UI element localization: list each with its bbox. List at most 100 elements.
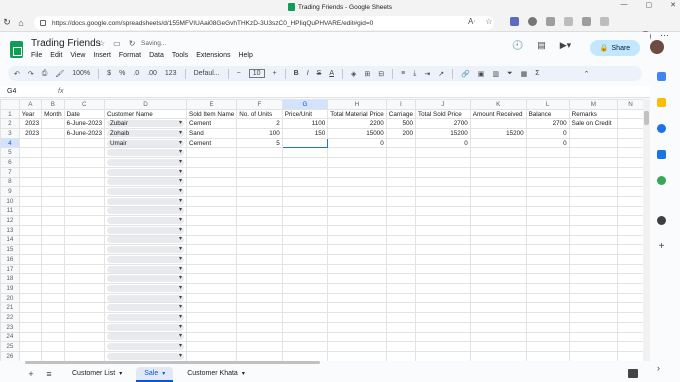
cell-G7[interactable] (281, 166, 329, 178)
cell-J11[interactable] (414, 205, 471, 217)
cell-J10[interactable] (414, 195, 471, 207)
cell-N5[interactable] (617, 147, 644, 159)
customer-dropdown[interactable]: Umair (106, 139, 185, 147)
cell-F24[interactable] (236, 331, 283, 343)
cell-E15[interactable] (186, 244, 238, 255)
cell-C9[interactable] (63, 186, 105, 197)
cell-I23[interactable] (385, 321, 416, 333)
row-header[interactable]: 15 (0, 244, 20, 255)
cell-F8[interactable] (236, 176, 283, 188)
cell-G6[interactable] (281, 157, 329, 168)
cell-N20[interactable] (617, 292, 644, 304)
menu-view[interactable]: View (70, 52, 85, 59)
cell-G9[interactable] (281, 186, 329, 197)
cell-H7[interactable] (327, 166, 387, 178)
cell-B5[interactable] (41, 147, 65, 159)
increase-font-size-button[interactable]: + (273, 70, 277, 77)
cell-N10[interactable] (617, 195, 644, 207)
cell-G22[interactable] (281, 312, 329, 323)
row-header[interactable]: 22 (0, 312, 20, 323)
customer-dropdown[interactable] (106, 284, 185, 292)
cell-N3[interactable] (617, 128, 644, 139)
cell-M25[interactable] (568, 341, 619, 352)
cell-K4[interactable] (469, 137, 527, 149)
cell-C17[interactable] (63, 263, 105, 275)
cell-L12[interactable] (525, 215, 570, 226)
cell-K19[interactable] (469, 283, 527, 294)
cell-F14[interactable] (236, 234, 283, 246)
cell-L15[interactable] (525, 244, 570, 255)
row-header[interactable]: 26 (0, 350, 20, 361)
cell-D4[interactable]: Umair (103, 137, 188, 149)
row-header[interactable]: 6 (0, 157, 20, 168)
cell-I1[interactable]: Carriage (385, 108, 416, 120)
cell-D19[interactable] (103, 283, 188, 294)
cell-C4[interactable] (63, 137, 105, 149)
cell-E26[interactable] (186, 350, 238, 361)
refresh-icon[interactable]: ↻ (0, 17, 14, 28)
cell-J7[interactable] (414, 166, 471, 178)
column-header[interactable]: G (281, 99, 329, 110)
cell-M24[interactable] (568, 331, 619, 343)
cell-F4[interactable]: 5 (236, 137, 283, 149)
customer-dropdown[interactable] (106, 168, 185, 176)
cell-F19[interactable] (236, 283, 283, 294)
cell-B26[interactable] (41, 350, 65, 361)
cell-F11[interactable] (236, 205, 283, 217)
browser-menu-icon[interactable]: ⋯ (660, 30, 669, 41)
comments-icon[interactable]: ▤ (537, 40, 546, 51)
cell-M19[interactable] (568, 283, 619, 294)
cell-F10[interactable] (236, 195, 283, 207)
cell-N16[interactable] (617, 254, 644, 265)
functions-icon[interactable]: Σ (535, 70, 539, 77)
customer-dropdown[interactable] (106, 343, 185, 351)
cell-N15[interactable] (617, 244, 644, 255)
contacts-icon[interactable] (657, 150, 666, 159)
sheet-tab[interactable]: Sale ▾ (136, 366, 174, 382)
cell-K6[interactable] (469, 157, 527, 168)
sheets-logo-icon[interactable] (10, 41, 23, 58)
customer-dropdown[interactable] (106, 197, 185, 205)
cell-A10[interactable] (18, 195, 43, 207)
cell-F2[interactable]: 2 (236, 118, 283, 130)
cell-B15[interactable] (41, 244, 65, 255)
cell-K17[interactable] (469, 263, 527, 275)
cell-L9[interactable] (525, 186, 570, 197)
cell-M4[interactable] (568, 137, 619, 149)
customer-dropdown[interactable] (106, 333, 185, 341)
cell-M26[interactable] (568, 350, 619, 361)
name-box[interactable]: G4 (0, 88, 48, 95)
cell-A26[interactable] (18, 350, 43, 361)
cell-C11[interactable] (63, 205, 105, 217)
cell-K23[interactable] (469, 321, 527, 333)
cell-A1[interactable]: Year (18, 108, 43, 120)
cell-I25[interactable] (385, 341, 416, 352)
row-header[interactable]: 17 (0, 263, 20, 275)
cell-I12[interactable] (385, 215, 416, 226)
cell-E19[interactable] (186, 283, 238, 294)
cell-A18[interactable] (18, 273, 43, 285)
column-header[interactable]: C (63, 99, 105, 110)
cell-G15[interactable] (281, 244, 329, 255)
cell-L11[interactable] (525, 205, 570, 217)
increase-decimal-button[interactable]: .00 (147, 70, 157, 77)
text-rotation-icon[interactable]: ↗ (438, 70, 444, 78)
font-size-input[interactable]: 10 (248, 69, 265, 78)
cell-N18[interactable] (617, 273, 644, 285)
customer-dropdown[interactable] (106, 178, 185, 186)
cell-M11[interactable] (568, 205, 619, 217)
cell-J12[interactable] (414, 215, 471, 226)
keep-icon[interactable] (657, 98, 666, 107)
text-wrap-icon[interactable]: ⇥ (424, 70, 430, 78)
addon-icon[interactable] (657, 216, 666, 225)
cell-L7[interactable] (525, 166, 570, 178)
filter-views-icon[interactable]: ▦ (521, 70, 528, 78)
decrease-font-size-button[interactable]: − (237, 70, 241, 77)
favorite-star-icon[interactable]: ☆ (485, 17, 492, 26)
cell-N22[interactable] (617, 312, 644, 323)
cell-B7[interactable] (41, 166, 65, 178)
cell-K7[interactable] (469, 166, 527, 178)
customer-dropdown[interactable] (106, 323, 185, 331)
cell-M8[interactable] (568, 176, 619, 188)
read-aloud-icon[interactable]: Aᐧ (468, 17, 475, 26)
